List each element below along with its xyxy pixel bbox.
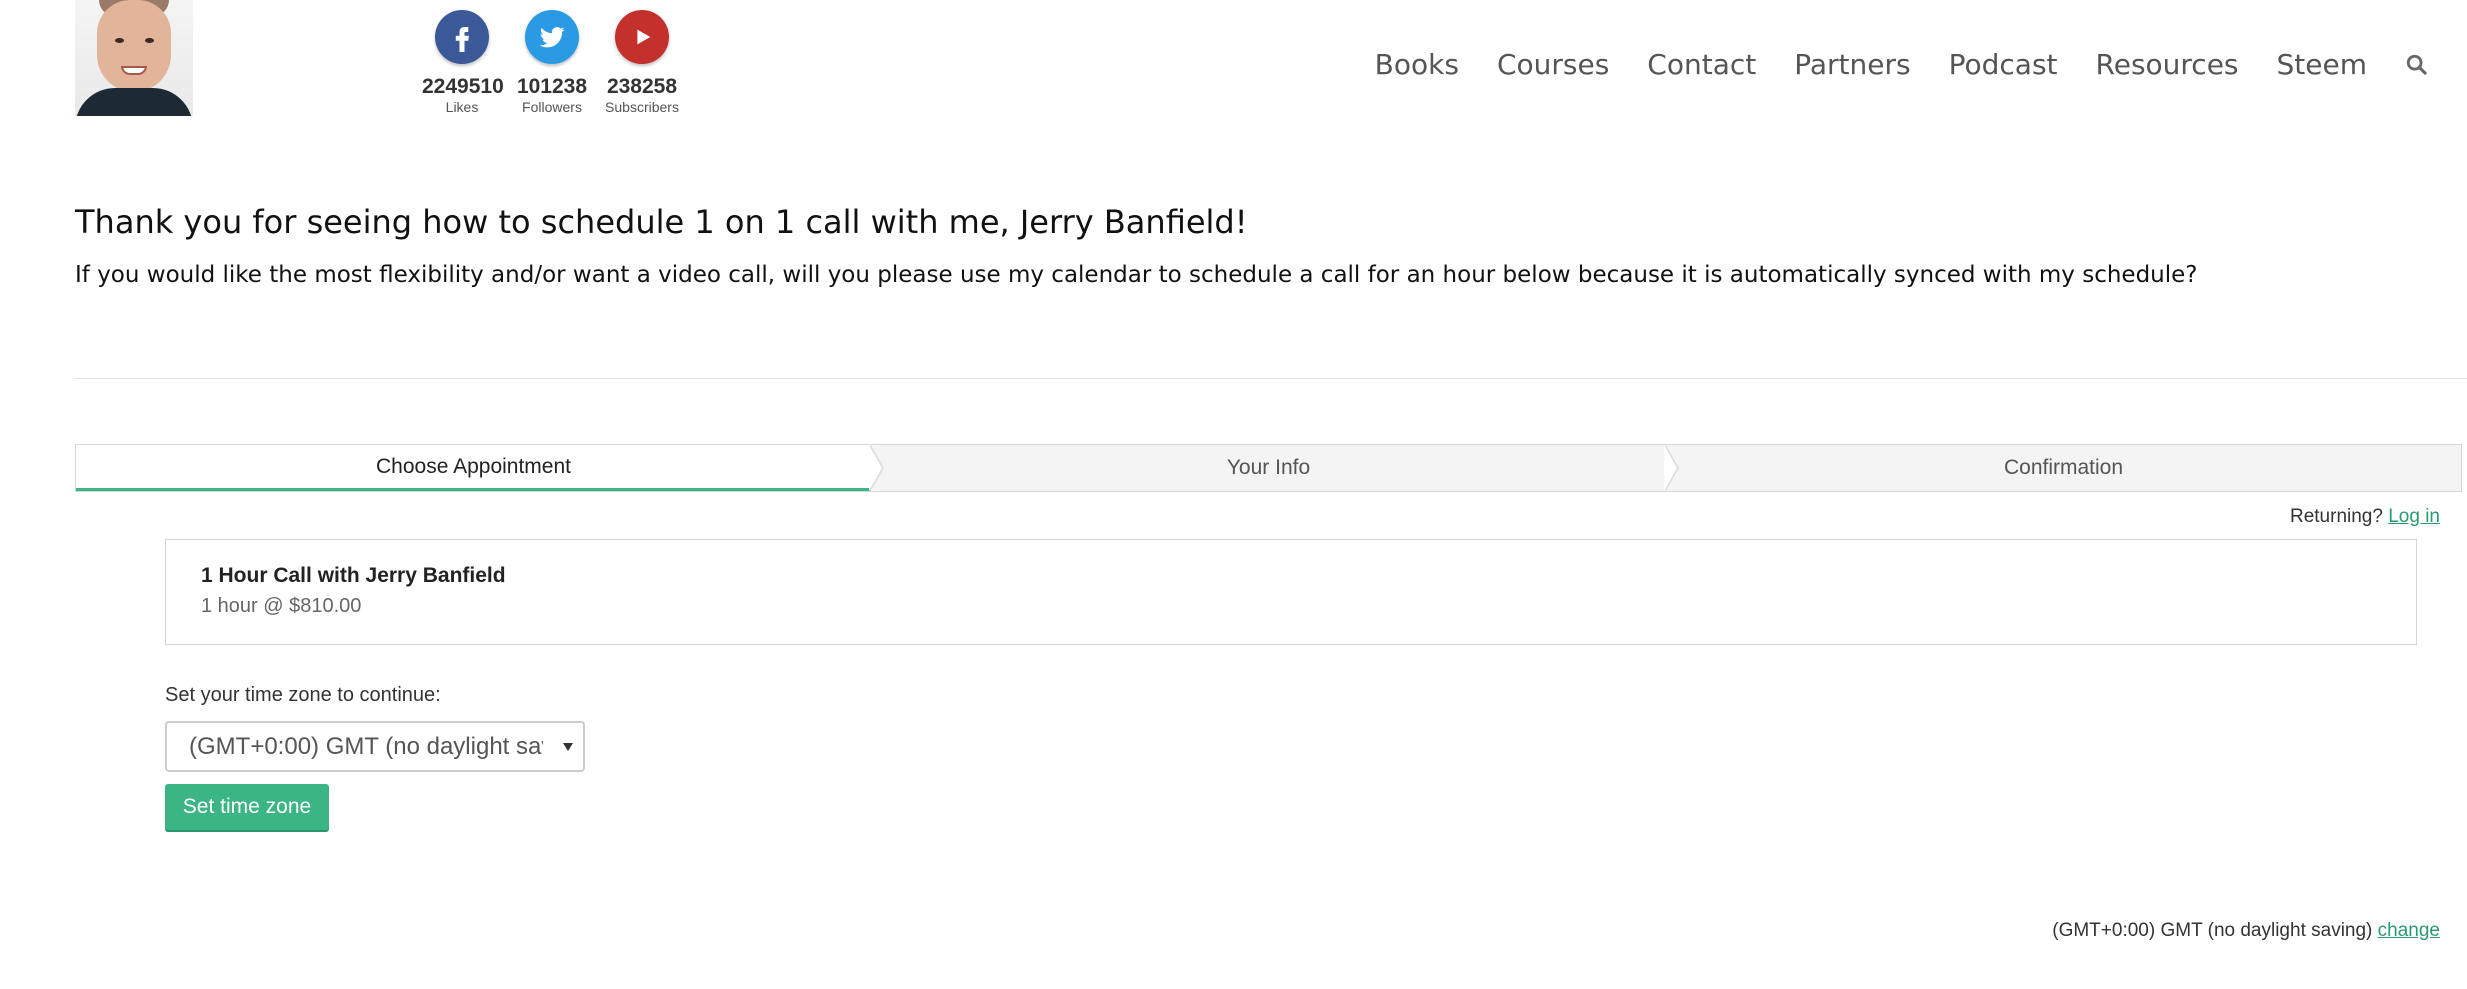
appointment-title: 1 Hour Call with Jerry Banfield — [201, 564, 506, 587]
nav-courses[interactable]: Courses — [1497, 48, 1609, 81]
step-choose-appointment[interactable]: Choose Appointment — [76, 445, 871, 491]
timezone-label: Set your time zone to continue: — [165, 684, 441, 706]
facebook-likes[interactable]: 2249510 Likes — [422, 10, 504, 116]
step-label: Your Info — [1226, 456, 1311, 479]
page-title: Thank you for seeing how to schedule 1 o… — [75, 203, 1248, 241]
twitter-label: Followers — [522, 99, 582, 115]
youtube-count: 238258 — [606, 75, 678, 98]
step-chevron-icon — [1664, 444, 1679, 492]
current-timezone-text: (GMT+0:00) GMT (no daylight saving) — [2052, 920, 2373, 941]
nav-steem[interactable]: Steem — [2277, 48, 2367, 81]
step-label: Confirmation — [2003, 456, 2124, 479]
twitter-count: 101238 — [516, 75, 588, 98]
facebook-label: Likes — [445, 99, 479, 115]
booking-steps: Choose Appointment Your Info Confirmatio… — [75, 444, 2462, 492]
profile-photo[interactable] — [75, 0, 193, 116]
nav-contact[interactable]: Contact — [1647, 48, 1756, 81]
step-confirmation[interactable]: Confirmation — [1664, 444, 2461, 492]
facebook-count: 2249510 — [422, 75, 504, 98]
youtube-label: Subscribers — [605, 99, 679, 115]
nav-partners[interactable]: Partners — [1794, 48, 1910, 81]
appointment-option[interactable]: 1 Hour Call with Jerry Banfield 1 hour @… — [165, 539, 2417, 645]
search-icon[interactable] — [2403, 51, 2431, 79]
facebook-icon[interactable] — [435, 10, 489, 64]
returning-text: Returning? — [2289, 506, 2383, 527]
nav-resources[interactable]: Resources — [2096, 48, 2239, 81]
current-timezone: (GMT+0:00) GMT (no daylight saving) chan… — [2052, 920, 2440, 942]
login-link[interactable]: Log in — [2388, 506, 2440, 527]
twitter-followers[interactable]: 101238 Followers — [512, 10, 592, 116]
intro-text: If you would like the most flexibility a… — [75, 262, 2198, 288]
set-time-zone-button[interactable]: Set time zone — [165, 784, 329, 830]
nav-books[interactable]: Books — [1375, 48, 1459, 81]
step-your-info[interactable]: Your Info — [869, 444, 1666, 492]
divider — [75, 378, 2467, 379]
change-timezone-link[interactable]: change — [2378, 920, 2440, 941]
step-label: Choose Appointment — [376, 454, 571, 478]
youtube-icon[interactable] — [615, 10, 669, 64]
timezone-select[interactable]: (GMT+0:00) GMT (no daylight saving) — [165, 721, 585, 772]
main-nav: Books Courses Contact Partners Podcast R… — [1337, 48, 2431, 81]
step-chevron-icon — [869, 444, 884, 492]
dropdown-arrow-icon — [563, 743, 573, 751]
timezone-selected-value: (GMT+0:00) GMT (no daylight saving) — [189, 733, 543, 760]
twitter-icon[interactable] — [525, 10, 579, 64]
nav-podcast[interactable]: Podcast — [1949, 48, 2058, 81]
returning-login: Returning? Log in — [2290, 506, 2440, 528]
youtube-subscribers[interactable]: 238258 Subscribers — [602, 10, 682, 116]
appointment-detail: 1 hour @ $810.00 — [201, 595, 362, 617]
